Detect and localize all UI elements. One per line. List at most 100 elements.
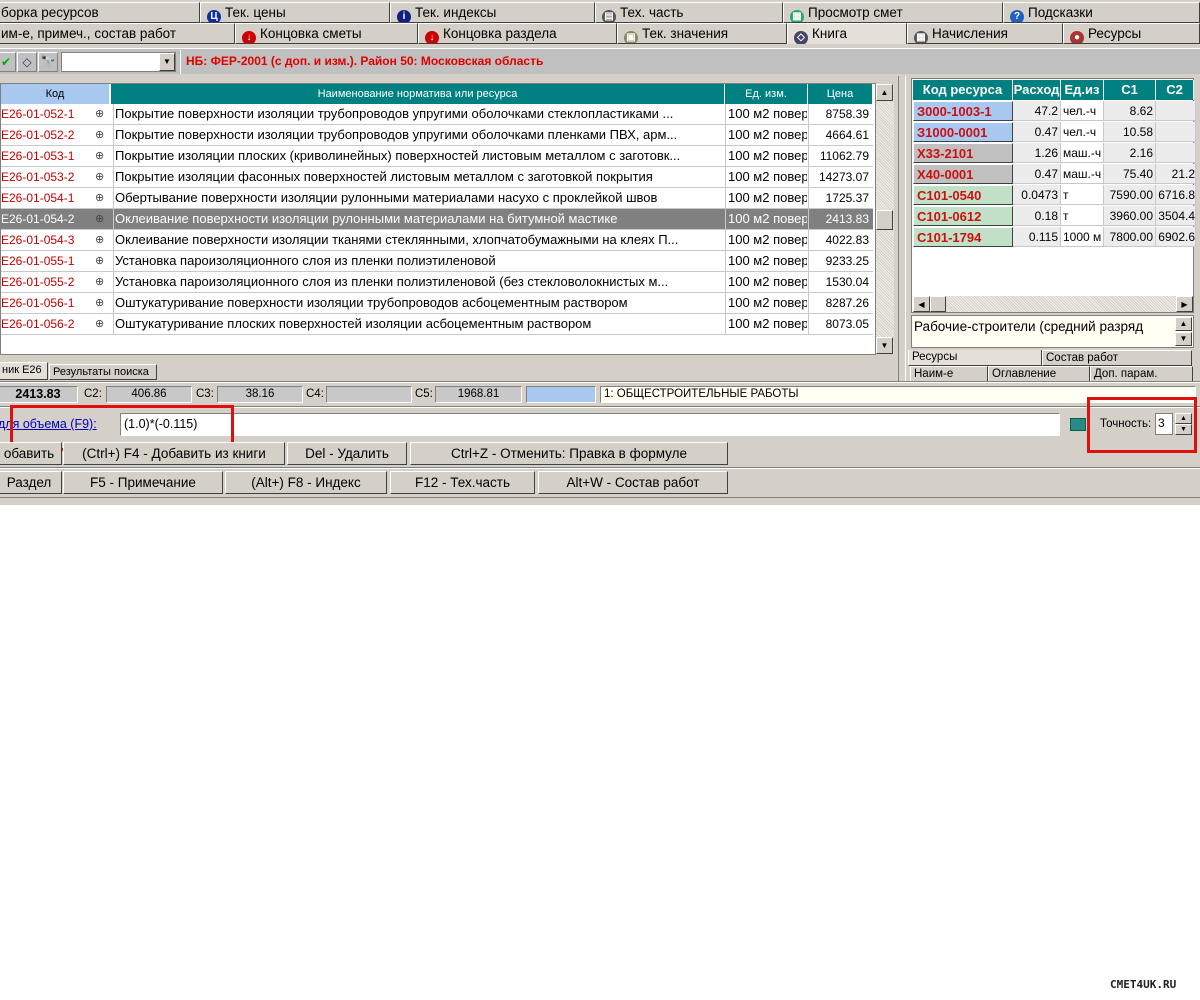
table-row[interactable]: E26-01-054-3 ⊕ Оклеивание поверхности изол… bbox=[1, 230, 873, 251]
undo-button[interactable]: Ctrl+Z - Отменить: Правка в формуле bbox=[410, 442, 728, 465]
table-row[interactable]: E26-01-054-2 ⊕ Оклеивание поверхности изол… bbox=[1, 209, 873, 230]
c3-label: C3: bbox=[196, 388, 214, 400]
tab-tabs1-4[interactable]: ▦ Просмотр смет bbox=[783, 2, 1003, 23]
resource-unit: т bbox=[1061, 185, 1104, 205]
tab-tabs1-3[interactable]: ▤ Тех. часть bbox=[595, 2, 783, 23]
resource-row[interactable]: З1000-0001 0.47 чел.-ч 10.58 bbox=[913, 122, 1196, 143]
tab-tabs2-1[interactable]: ↓ Концовка сметы bbox=[235, 23, 418, 44]
tab-label: Концовка раздела bbox=[443, 26, 557, 41]
search-combo[interactable]: ▼ bbox=[61, 52, 176, 72]
add-from-book-button[interactable]: (Ctrl+) F4 - Добавить из книги bbox=[63, 442, 285, 465]
grid-vertical-scrollbar[interactable]: ▲ ▼ bbox=[876, 84, 894, 354]
tab-tabs2-5[interactable]: ▦ Начисления bbox=[907, 23, 1063, 44]
tab-search-results[interactable]: Результаты поиска bbox=[49, 364, 157, 380]
tab-tabs1-2[interactable]: i Тек. индексы bbox=[390, 2, 595, 23]
header-name[interactable]: Наименование норматива или ресурса bbox=[111, 84, 725, 104]
table-row[interactable]: E26-01-052-1 ⊕ Покрытие поверхности изоляц… bbox=[1, 104, 873, 125]
resource-c2: 6902.6 bbox=[1156, 227, 1196, 247]
resource-row[interactable]: Х33-2101 1.26 маш.-ч 2.16 bbox=[913, 143, 1196, 164]
scroll-thumb[interactable] bbox=[876, 210, 893, 230]
resource-c2: 3504.4 bbox=[1156, 206, 1196, 226]
index-button[interactable]: (Alt+) F8 - Индекс bbox=[225, 471, 387, 494]
header-unit[interactable]: Ед. изм. bbox=[725, 84, 808, 104]
arrow-down-r-icon: ↓ bbox=[425, 31, 439, 43]
res-header-code[interactable]: Код ресурса bbox=[913, 80, 1013, 100]
resource-row[interactable]: С101-0612 0.18 т 3960.00 3504.4 bbox=[913, 206, 1196, 227]
table-row[interactable]: E26-01-053-1 ⊕ Покрытие изоляции плоских (… bbox=[1, 146, 873, 167]
tab-tabs2-6[interactable]: ● Ресурсы bbox=[1063, 23, 1200, 44]
header-code[interactable]: Код bbox=[1, 84, 110, 104]
table-row[interactable]: E26-01-055-2 ⊕ Установка пароизоляционного… bbox=[1, 272, 873, 293]
row-name: Покрытие изоляции фасонных поверхностей … bbox=[113, 167, 723, 187]
tab-tabs1-0[interactable]: борка ресурсов bbox=[0, 2, 200, 23]
add-button[interactable]: обавить bbox=[0, 442, 62, 465]
scroll-left-icon[interactable]: ◀ bbox=[913, 296, 930, 312]
c2-label: C2: bbox=[84, 388, 102, 400]
table-row[interactable]: E26-01-053-2 ⊕ Покрытие изоляции фасонных … bbox=[1, 167, 873, 188]
tab-label: Тек. значения bbox=[642, 26, 729, 41]
scroll-thumb[interactable] bbox=[930, 296, 946, 312]
tab-label: Подсказки bbox=[1028, 5, 1093, 20]
memo-down-icon[interactable]: ▼ bbox=[1175, 332, 1192, 346]
row-price: 9233.25 bbox=[808, 251, 872, 271]
table-row[interactable]: E26-01-056-1 ⊕ Оштукатуривание поверхности… bbox=[1, 293, 873, 314]
check-icon[interactable]: ✔ bbox=[0, 52, 16, 72]
row-price: 4022.83 bbox=[808, 230, 872, 250]
table-row[interactable]: E26-01-056-2 ⊕ Оштукатуривание плоских пов… bbox=[1, 314, 873, 335]
res-header-c1[interactable]: C1 bbox=[1104, 80, 1156, 100]
tab-tabs2-3[interactable]: ▣ Тек. значения bbox=[617, 23, 787, 44]
delete-button[interactable]: Del - Удалить bbox=[287, 442, 407, 465]
memo-up-icon[interactable]: ▲ bbox=[1175, 317, 1192, 331]
row-price: 4664.61 bbox=[808, 125, 872, 145]
color-indicator bbox=[526, 386, 596, 403]
tab-collection-e26[interactable]: ник E26 bbox=[0, 362, 48, 380]
tab-tabs1-5[interactable]: ? Подсказки bbox=[1003, 2, 1200, 23]
res-header-qty[interactable]: Расход bbox=[1013, 80, 1061, 100]
scroll-right-icon[interactable]: ▶ bbox=[1176, 296, 1193, 312]
resource-qty: 0.18 bbox=[1013, 206, 1061, 226]
calculator-icon[interactable] bbox=[1070, 418, 1086, 431]
tab-label: Ресурсы bbox=[1088, 26, 1142, 41]
binoculars-icon[interactable]: 🔭 bbox=[38, 52, 58, 72]
res-header-c2[interactable]: C2 bbox=[1156, 80, 1194, 100]
tab-work-composition[interactable]: Состав работ bbox=[1042, 350, 1192, 366]
tech-part-button[interactable]: F12 - Тех.часть bbox=[390, 471, 535, 494]
tab-resources[interactable]: Ресурсы bbox=[908, 350, 1042, 366]
res-header-unit[interactable]: Ед.из bbox=[1061, 80, 1104, 100]
section-button[interactable]: Раздел bbox=[0, 471, 62, 494]
tab-tabs1-1[interactable]: Ц Тек. цены bbox=[200, 2, 390, 23]
scroll-up-icon[interactable]: ▲ bbox=[876, 84, 893, 101]
tab-tabs2-4[interactable]: ◇ Книга bbox=[787, 23, 907, 44]
resource-row[interactable]: З000-1003-1 47.2 чел.-ч 8.62 bbox=[913, 101, 1196, 122]
tab-name[interactable]: Наим-е bbox=[910, 366, 988, 382]
formula-input[interactable]: (1.0)*(-0.115) bbox=[120, 413, 1060, 436]
tab-contents[interactable]: Оглавление bbox=[988, 366, 1090, 382]
lock-icon: ⊕ bbox=[95, 255, 105, 267]
chevron-down-icon[interactable]: ▼ bbox=[159, 53, 175, 71]
row-price: 2413.83 bbox=[808, 209, 872, 229]
resource-row[interactable]: С101-1794 0.115 1000 м 7800.00 6902.6 bbox=[913, 227, 1196, 248]
row-price: 8287.26 bbox=[808, 293, 872, 313]
tab-label: Тек. цены bbox=[225, 5, 286, 20]
resource-qty: 0.115 bbox=[1013, 227, 1061, 247]
tab-tabs2-0[interactable]: им-е, примеч., состав работ bbox=[0, 23, 235, 44]
table-row[interactable]: E26-01-054-1 ⊕ Обертывание поверхности изо… bbox=[1, 188, 873, 209]
resources-horizontal-scrollbar[interactable]: ◀ ▶ bbox=[913, 296, 1193, 312]
work-composition-button[interactable]: Alt+W - Состав работ bbox=[538, 471, 728, 494]
resource-row[interactable]: С101-0540 0.0473 т 7590.00 6716.8 bbox=[913, 185, 1196, 206]
resource-c2 bbox=[1156, 143, 1196, 163]
row-name: Обертывание поверхности изоляции рулонны… bbox=[113, 188, 723, 208]
book-icon[interactable]: ◇ bbox=[17, 52, 37, 72]
resource-row[interactable]: Х40-0001 0.47 маш.-ч 75.40 21.2 bbox=[913, 164, 1196, 185]
tab-tabs2-2[interactable]: ↓ Концовка раздела bbox=[418, 23, 617, 44]
scroll-down-icon[interactable]: ▼ bbox=[876, 337, 893, 354]
table-row[interactable]: E26-01-052-2 ⊕ Покрытие поверхности изоляц… bbox=[1, 125, 873, 146]
note-button[interactable]: F5 - Примечание bbox=[63, 471, 223, 494]
tab-extra-params[interactable]: Доп. парам. bbox=[1090, 366, 1193, 382]
header-price[interactable]: Цена bbox=[808, 84, 873, 104]
table-row[interactable]: E26-01-055-1 ⊕ Установка пароизоляционного… bbox=[1, 251, 873, 272]
c5-label: C5: bbox=[415, 388, 433, 400]
resource-memo[interactable]: Рабочие-строители (средний разряд ▲ ▼ bbox=[911, 315, 1194, 348]
row-unit: 100 м2 повер bbox=[725, 188, 807, 208]
splitter[interactable] bbox=[898, 76, 906, 381]
